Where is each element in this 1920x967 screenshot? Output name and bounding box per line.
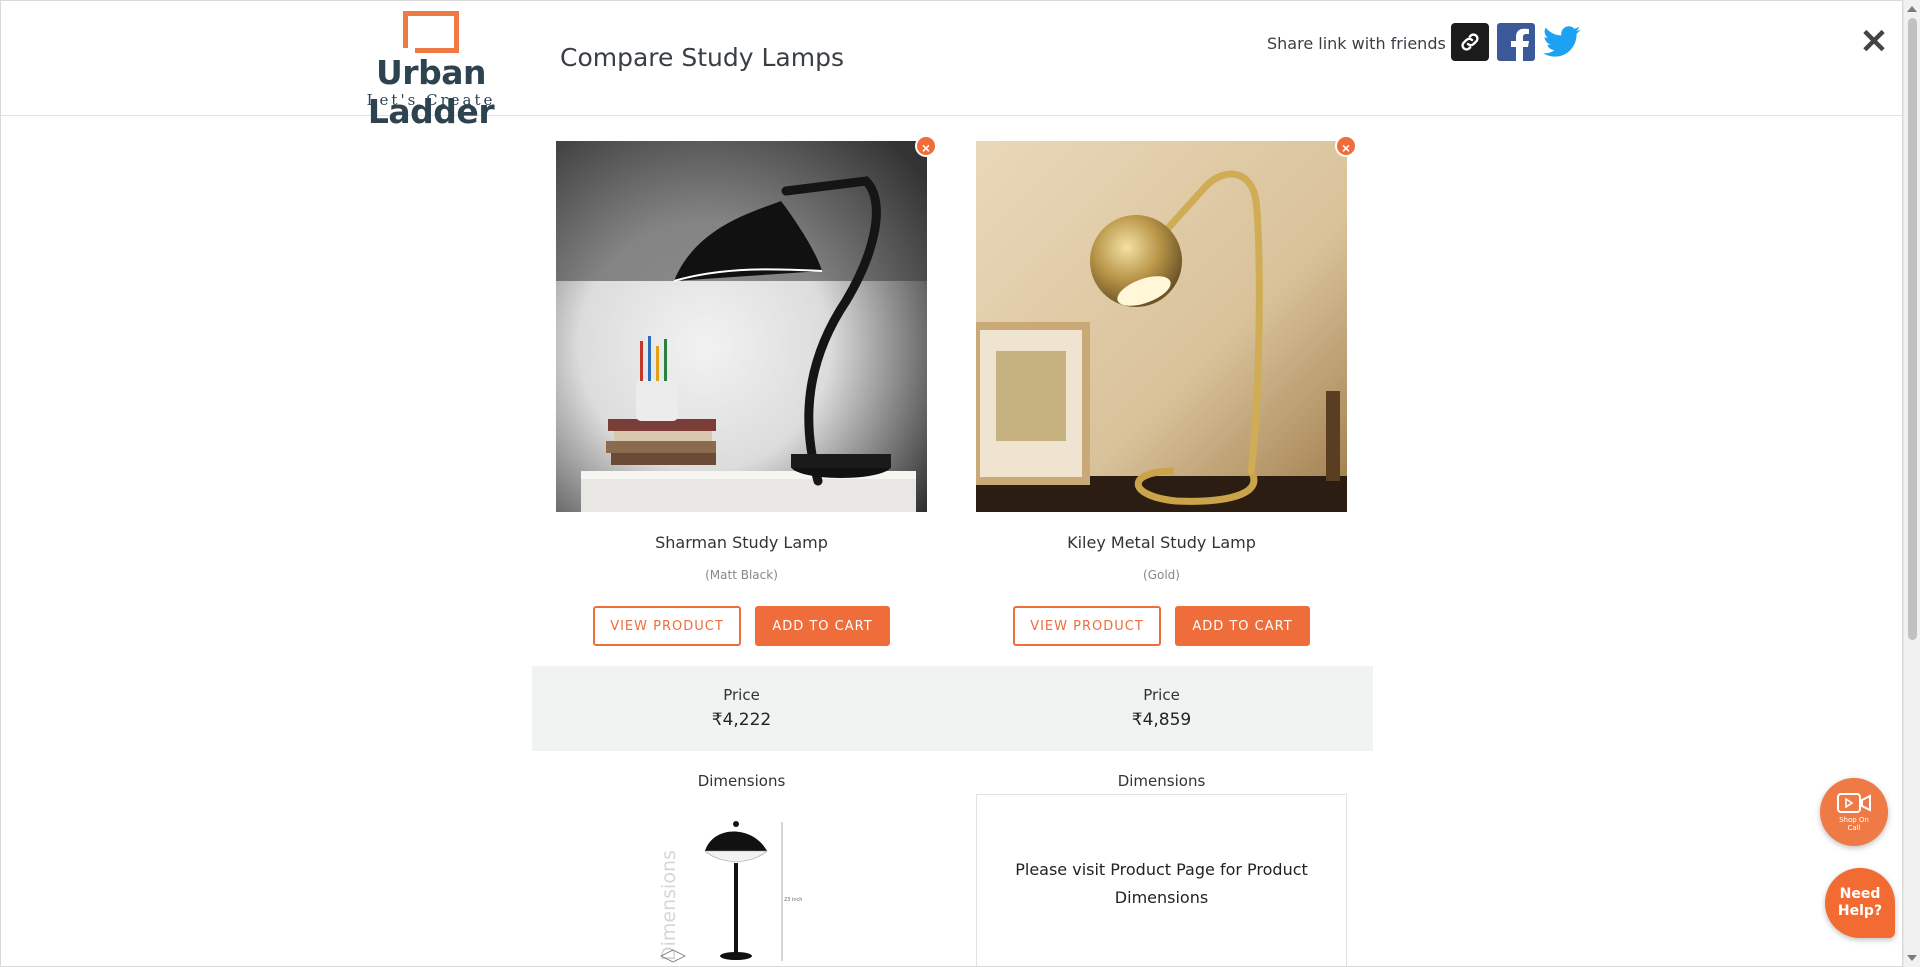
kiley-lamp-image	[976, 141, 1347, 512]
scroll-thumb[interactable]	[1908, 18, 1917, 640]
scroll-down-arrow-icon[interactable]	[1907, 955, 1917, 961]
view-product-button[interactable]: VIEW PRODUCT	[593, 606, 741, 646]
product-variant: (Matt Black)	[705, 568, 778, 582]
remove-product-button[interactable]: ×	[915, 135, 937, 157]
dimensions-label: Dimensions	[1117, 772, 1206, 790]
video-call-icon	[1837, 793, 1871, 813]
close-icon: ×	[921, 140, 931, 156]
price-label: Price	[723, 686, 760, 704]
sharman-lamp-image	[556, 141, 927, 512]
dimensions-diagram-image: Dimensions 23 inch	[658, 821, 802, 963]
share-label: Share link with friends	[1267, 34, 1446, 53]
share-facebook-button[interactable]	[1497, 23, 1535, 61]
price-cell: Price ₹4,859	[976, 666, 1347, 730]
close-button[interactable]: ✕	[1859, 25, 1889, 59]
compare-modal: Urban Ladder Let's Create Compare Study …	[0, 0, 1903, 967]
urban-ladder-logo[interactable]: Urban Ladder Let's Create	[323, 9, 539, 131]
product-name: Sharman Study Lamp	[655, 533, 828, 552]
product-column-1: Sharman Study Lamp (Matt Black) VIEW PRO…	[556, 141, 927, 646]
dimensions-diagram: Dimensions 23 inch	[641, 811, 841, 966]
dimensions-height-label: 23 inch	[784, 897, 802, 903]
shop-on-call-label: Shop On Call	[1839, 816, 1869, 832]
dimensions-watermark: Dimensions	[658, 850, 680, 961]
price-row: Price ₹4,222 Price ₹4,859	[532, 666, 1373, 751]
dimensions-label: Dimensions	[697, 772, 786, 790]
view-product-button[interactable]: VIEW PRODUCT	[1013, 606, 1161, 646]
facebook-icon	[1511, 28, 1529, 61]
share-link-button[interactable]	[1451, 23, 1489, 61]
need-help-button[interactable]: Need Help?	[1825, 868, 1895, 938]
share-twitter-button[interactable]	[1543, 23, 1581, 61]
shop-on-call-button[interactable]: Shop On Call	[1820, 778, 1888, 846]
close-icon: ✕	[1859, 23, 1889, 61]
scroll-up-arrow-icon[interactable]	[1907, 6, 1917, 12]
price-value: ₹4,222	[711, 710, 772, 730]
dimensions-note: Please visit Product Page for Product Di…	[976, 794, 1347, 966]
page-title: Compare Study Lamps	[560, 43, 844, 72]
add-to-cart-button[interactable]: ADD TO CART	[755, 606, 890, 646]
remove-product-button[interactable]: ×	[1335, 135, 1357, 157]
price-cell: Price ₹4,222	[556, 666, 927, 730]
product-variant: (Gold)	[1143, 568, 1180, 582]
link-icon	[1461, 33, 1479, 51]
price-label: Price	[1143, 686, 1180, 704]
add-to-cart-button[interactable]: ADD TO CART	[1175, 606, 1310, 646]
product-name: Kiley Metal Study Lamp	[1067, 533, 1256, 552]
vertical-scrollbar[interactable]	[1903, 0, 1920, 967]
product-column-2: Kiley Metal Study Lamp (Gold) VIEW PRODU…	[976, 141, 1347, 646]
product-image-kiley[interactable]	[976, 141, 1347, 512]
modal-header: Urban Ladder Let's Create Compare Study …	[1, 1, 1902, 131]
price-value: ₹4,859	[1131, 710, 1192, 730]
close-icon: ×	[1341, 140, 1351, 156]
twitter-icon	[1543, 26, 1581, 57]
product-image-sharman[interactable]	[556, 141, 927, 512]
logo-mark-icon	[403, 11, 459, 53]
logo-tagline: Let's Create	[366, 91, 496, 109]
